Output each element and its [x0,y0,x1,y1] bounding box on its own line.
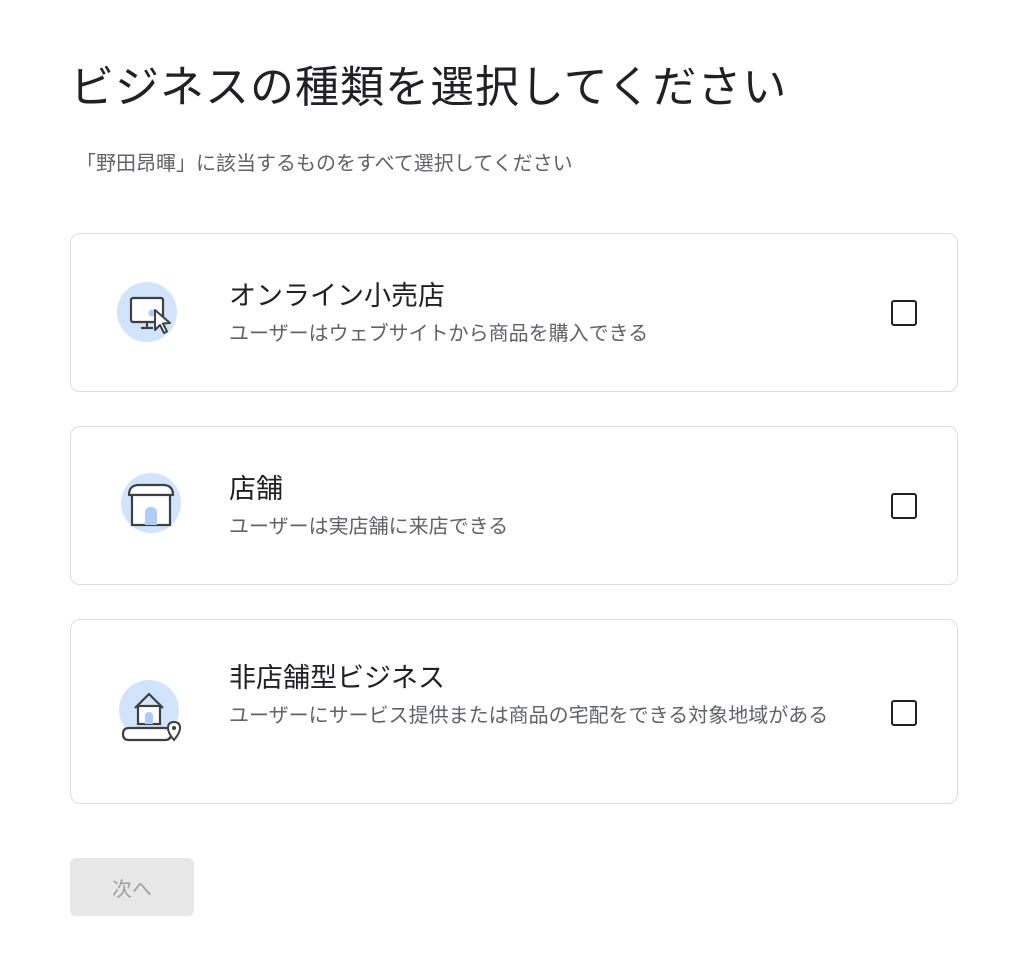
option-card-online-retail[interactable]: オンライン小売店 ユーザーはウェブサイトから商品を購入できる [70,233,958,392]
option-card-storefront[interactable]: 店舗 ユーザーは実店舗に来店できる [70,426,958,585]
option-card-service-area[interactable]: 非店舗型ビジネス ユーザーにサービス提供または商品の宅配をできる対象地域がある [70,619,958,804]
monitor-cursor-icon [115,278,187,350]
page-title: ビジネスの種類を選択してください [70,62,788,113]
option-title: オンライン小売店 [229,281,445,312]
option-title: 店舗 [229,474,283,505]
storefront-icon [115,467,187,539]
option-description: ユーザーにサービス提供または商品の宅配をできる対象地域がある [229,703,829,727]
storefront-checkbox[interactable] [891,493,917,519]
page-subtitle: 「野田昂暉」に該当するものをすべて選択してください [76,151,573,175]
house-map-pin-icon [115,678,187,750]
online-retail-checkbox[interactable] [891,300,917,326]
business-type-page: ビジネスの種類を選択してください 「野田昂暉」に該当するものをすべて選択してくだ… [0,0,1024,963]
option-title: 非店舗型ビジネス [229,663,445,694]
next-button[interactable]: 次へ [70,858,194,916]
service-area-checkbox[interactable] [891,700,917,726]
option-description: ユーザーはウェブサイトから商品を購入できる [229,321,649,345]
option-description: ユーザーは実店舗に来店できる [229,514,509,538]
